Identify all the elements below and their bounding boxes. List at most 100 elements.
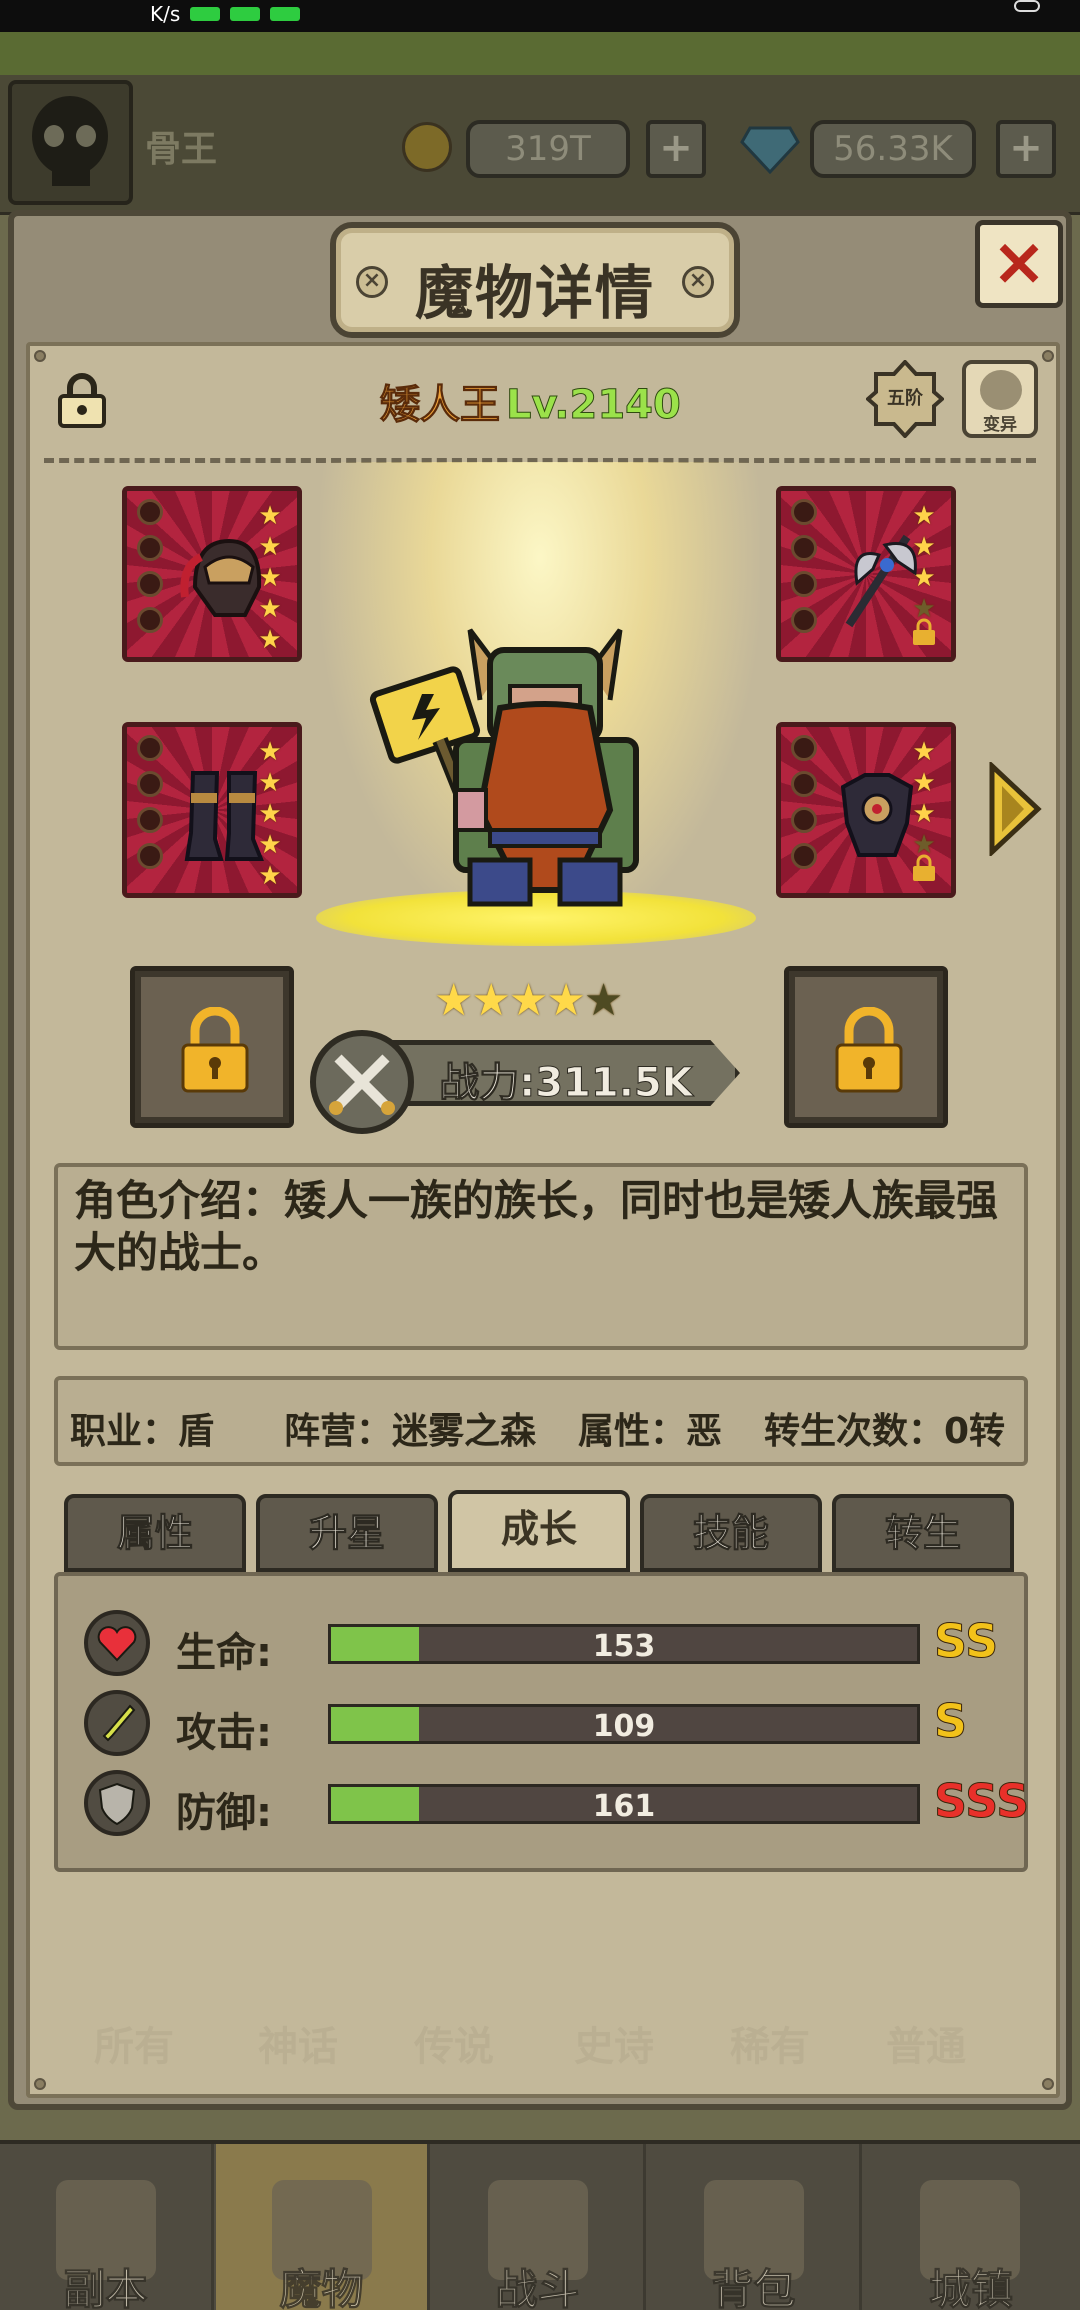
status-right [1014, 0, 1040, 12]
crossed-swords-icon [310, 1030, 414, 1134]
nav-label: 背包 [711, 2265, 796, 2310]
equip-slot-axe[interactable]: ★ ★ ★ ★ [776, 486, 956, 662]
stat-label: 生命: [176, 1630, 272, 1676]
padlock-icon [835, 1007, 903, 1093]
class-info: 职业：盾 [70, 1411, 215, 1452]
stat-value: 153 [592, 1629, 656, 1664]
app-notification-icon [190, 7, 221, 21]
close-button[interactable]: × [975, 220, 1063, 308]
stat-label: 攻击: [176, 1710, 272, 1756]
stat-value: 109 [592, 1709, 656, 1744]
attribute-info: 属性：恶 [578, 1411, 723, 1452]
rank-label: 五阶 [887, 388, 923, 409]
combat-power-value: 战力:311.5K [439, 1060, 694, 1107]
tab-attributes[interactable]: 属性 [64, 1494, 246, 1572]
mutate-button[interactable]: 变异 [962, 360, 1038, 438]
star-icon: ★ [434, 975, 473, 1026]
nav-backpack[interactable]: 背包 [648, 2144, 862, 2310]
locked-slot-right[interactable] [784, 966, 948, 1128]
banner-bolt-icon: × [682, 266, 714, 298]
stat-bar: 153 [328, 1624, 920, 1664]
detail-tabs: 属性 升星 成长 技能 转生 [64, 1490, 1014, 1572]
stat-row-hp: 生命: 153 SS [58, 1608, 1032, 1678]
dwarf-king-character [369, 628, 639, 907]
gold-amount: 319T [466, 120, 630, 178]
nav-town[interactable]: 城镇 [864, 2144, 1078, 2310]
app-notification-icon [270, 7, 301, 21]
star-icon: ★ [508, 975, 548, 1026]
equip-slot-boots[interactable]: ★ ★ ★ ★ ★ [122, 722, 302, 898]
bottom-navigation: 副本 魔物 战斗 背包 城镇 [0, 2140, 1080, 2310]
monster-star-rating: ★★★★★ [434, 975, 654, 1026]
player-name: 骨王 [145, 129, 218, 170]
gem-sockets [137, 499, 165, 643]
filter-epic[interactable]: 史诗 [574, 2014, 654, 2072]
gem-sockets [791, 499, 819, 643]
add-gold-button[interactable]: + [646, 120, 706, 178]
tab-skills[interactable]: 技能 [640, 1494, 822, 1572]
star-icon: ★ [471, 975, 510, 1026]
rebirth-info: 转生次数：0转 [764, 1411, 1006, 1452]
add-gems-button[interactable]: + [996, 120, 1056, 178]
nav-monsters[interactable]: 魔物 [216, 2144, 430, 2310]
status-left: K/s [150, 2, 301, 26]
popup-title: 魔物详情 [414, 259, 655, 327]
boots-icon [184, 771, 264, 861]
rivet [34, 2078, 46, 2090]
stat-value: 161 [592, 1789, 656, 1824]
tab-growth[interactable]: 成长 [448, 1490, 630, 1572]
stat-grade: SSS [934, 1774, 1030, 1829]
lock-toggle-icon[interactable] [56, 372, 108, 428]
status-bar: K/s [0, 0, 1080, 32]
filter-all[interactable]: 所有 [94, 2014, 174, 2072]
battery-icon [1014, 0, 1040, 12]
network-speed: K/s [150, 2, 181, 26]
character-description: 角色介绍：矮人一族的族长，同时也是矮人族最强大的战士。 [54, 1163, 1028, 1350]
mutate-face-icon [980, 370, 1022, 410]
nav-dungeon[interactable]: 副本 [0, 2144, 214, 2310]
nav-label: 魔物 [279, 2265, 364, 2310]
heart-icon [84, 1610, 150, 1676]
gem-sockets [791, 735, 819, 879]
filter-legend[interactable]: 传说 [414, 2014, 494, 2072]
stat-grade: S [934, 1694, 968, 1749]
locked-slot-left[interactable] [130, 966, 294, 1128]
lock-icon [913, 618, 935, 645]
stat-row-attack: 攻击: 109 S [58, 1688, 1032, 1758]
nav-battle[interactable]: 战斗 [432, 2144, 646, 2310]
monster-level: Lv.2140 [506, 382, 682, 429]
filter-common[interactable]: 普通 [886, 2014, 966, 2072]
growth-stats-panel: 生命: 153 SS 攻击: 109 S 防御: 161 SSS [54, 1572, 1030, 1872]
diamond-icon [740, 126, 800, 174]
filter-mythic[interactable]: 神话 [258, 2014, 338, 2072]
equip-slot-helmet[interactable]: ★ ★ ★ ★ ★ [122, 486, 302, 662]
nav-label: 战斗 [495, 2265, 580, 2310]
star-icon: ★ [546, 975, 585, 1026]
nav-label: 副本 [63, 2265, 148, 2310]
next-arrow-button[interactable] [986, 762, 1042, 856]
gem-sockets [137, 735, 165, 879]
stat-label: 防御: [176, 1790, 272, 1836]
equip-slot-armor[interactable]: ★ ★ ★ ★ [776, 722, 956, 898]
app-notification-icon [230, 7, 261, 21]
stat-grade: SS [934, 1614, 999, 1669]
stat-bar: 161 [328, 1784, 920, 1824]
filter-rare[interactable]: 稀有 [730, 2014, 810, 2072]
sword-icon [84, 1690, 150, 1756]
helmet-icon [180, 538, 262, 617]
player-avatar [8, 80, 133, 205]
rivet [34, 350, 46, 362]
combat-power-bar: 战力:311.5K [310, 1030, 750, 1134]
tab-rebirth[interactable]: 转生 [832, 1494, 1014, 1572]
stat-bar: 109 [328, 1704, 920, 1744]
padlock-icon [181, 1007, 249, 1093]
axe-icon [845, 534, 917, 628]
monster-name-level: 矮人王 Lv.2140 [380, 372, 700, 430]
rank-badge: 五阶 [864, 359, 946, 439]
lock-icon [913, 854, 935, 881]
rarity-filter-row: 所有 神话 传说 史诗 稀有 普通 [74, 2006, 1004, 2076]
popup-title-banner: × 魔物详情 × [330, 222, 740, 338]
monster-name: 矮人王 [380, 382, 501, 429]
tab-star-up[interactable]: 升星 [256, 1494, 438, 1572]
faction-info: 阵营：迷雾之森 [284, 1411, 537, 1452]
